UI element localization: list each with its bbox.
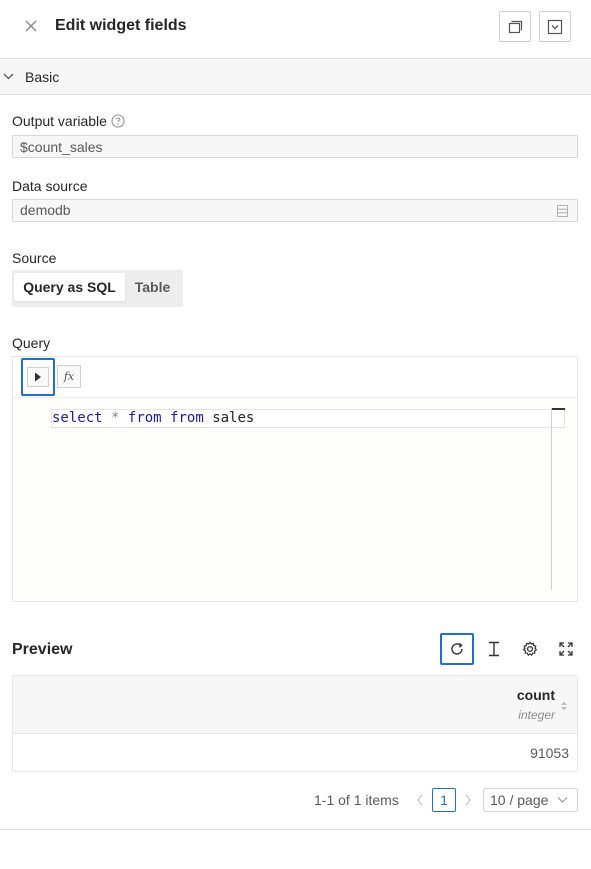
table-cell: 91053 xyxy=(530,745,569,761)
page-number-button[interactable]: 1 xyxy=(432,788,456,812)
footer-divider xyxy=(0,829,591,830)
source-label: Source xyxy=(12,250,57,266)
chevron-down-icon xyxy=(3,73,14,80)
code-token: select xyxy=(52,410,103,426)
table-header: count integer xyxy=(13,676,577,734)
chevron-right-icon[interactable] xyxy=(463,793,473,807)
source-option-table[interactable]: Table xyxy=(126,273,179,301)
preview-table: count integer 91053 xyxy=(12,675,578,772)
database-icon xyxy=(557,205,568,217)
source-option-query-as-sql[interactable]: Query as SQL xyxy=(14,273,125,301)
pagination-summary: 1-1 of 1 items xyxy=(314,792,399,808)
chevron-left-icon[interactable] xyxy=(415,793,425,807)
section-basic-toggle[interactable]: Basic xyxy=(0,60,591,95)
preview-title: Preview xyxy=(12,641,73,658)
fullscreen-icon xyxy=(559,642,573,656)
data-source-select[interactable]: demodb xyxy=(12,199,578,222)
query-editor-toolbar: fx xyxy=(13,357,577,398)
panel-header: Edit widget fields xyxy=(0,0,591,59)
collapse-panel-icon xyxy=(547,19,563,34)
settings-button[interactable] xyxy=(513,633,547,665)
section-label: Basic xyxy=(25,69,60,85)
collapse-panel-button[interactable] xyxy=(539,11,571,42)
refresh-icon xyxy=(451,642,463,655)
duplicate-icon xyxy=(508,20,523,33)
output-variable-label: Output variable xyxy=(12,113,107,129)
row-height-button[interactable] xyxy=(477,633,511,665)
code-token: sales xyxy=(212,410,255,426)
editor-scrollbar[interactable] xyxy=(551,408,552,590)
help-icon[interactable] xyxy=(111,114,125,131)
query-editor[interactable]: fx select * from from sales xyxy=(12,356,578,602)
source-segmented-control: Query as SQL Table xyxy=(12,270,183,307)
page-size-value: 10 / page xyxy=(490,792,549,808)
column-type-label: integer xyxy=(518,708,555,722)
editor-scrollbar-thumb[interactable] xyxy=(552,408,565,410)
gear-icon xyxy=(522,641,538,656)
data-source-label: Data source xyxy=(12,178,88,194)
data-source-value: demodb xyxy=(20,202,71,218)
panel-title: Edit widget fields xyxy=(55,17,187,34)
page-size-select[interactable]: 10 / page xyxy=(483,788,578,812)
column-header-count[interactable]: count xyxy=(517,687,555,703)
chevron-down-icon xyxy=(557,797,568,803)
duplicate-button[interactable] xyxy=(499,11,531,42)
fullscreen-button[interactable] xyxy=(549,633,583,665)
run-query-button[interactable] xyxy=(21,358,55,396)
query-code-line[interactable]: select * from from sales xyxy=(51,409,565,428)
close-icon xyxy=(25,20,37,32)
sort-icon[interactable] xyxy=(560,700,568,712)
close-button[interactable] xyxy=(22,17,40,35)
function-button[interactable]: fx xyxy=(57,365,81,388)
output-variable-field[interactable] xyxy=(12,135,578,158)
query-label: Query xyxy=(12,335,51,351)
output-variable-input[interactable] xyxy=(20,136,577,157)
text-height-icon xyxy=(489,641,499,657)
code-token: from xyxy=(170,410,204,426)
play-icon xyxy=(35,372,41,382)
output-variable-label-row: Output variable xyxy=(12,113,125,131)
refresh-button[interactable] xyxy=(440,633,474,665)
code-token: from xyxy=(127,410,162,426)
